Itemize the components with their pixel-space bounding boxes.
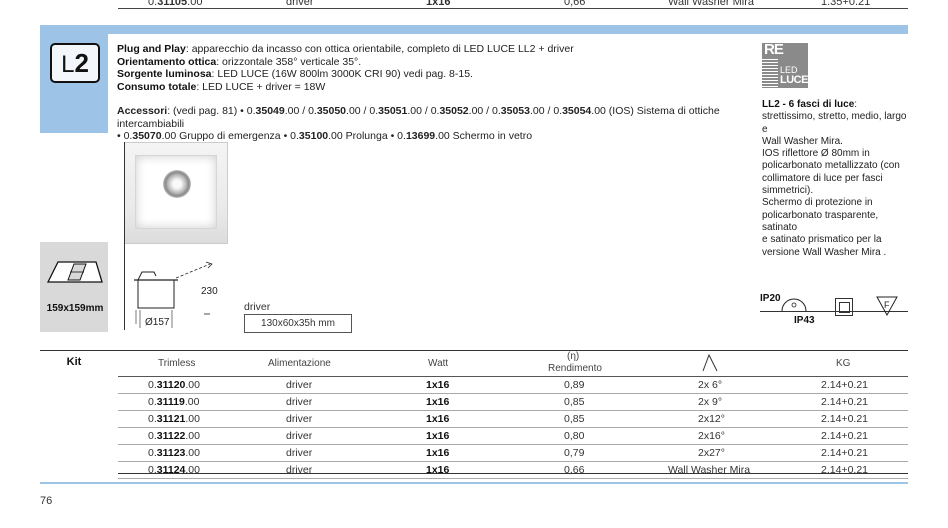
row-watt: 1x16 bbox=[426, 464, 450, 476]
table-row: 0.31119.00 driver 1x16 0,85 2x 9° 2.14+0.21 bbox=[118, 394, 908, 411]
diameter-dimension: Ø157 bbox=[145, 317, 170, 328]
divider bbox=[118, 8, 908, 9]
row-code: 0.31122.00 bbox=[148, 430, 200, 442]
row-code: 0.31123.00 bbox=[148, 447, 200, 459]
row-alimentazione: driver bbox=[286, 396, 313, 408]
row-alimentazione: driver bbox=[286, 413, 313, 425]
row-beam: Wall Washer Mira bbox=[668, 0, 754, 8]
row-rendimento: 0,66 bbox=[564, 464, 585, 476]
row-kg: 2.14+0.21 bbox=[821, 413, 869, 425]
row-watt: 1x16 bbox=[426, 447, 450, 459]
row-kg: 2.14+0.21 bbox=[821, 396, 869, 408]
table-row: 0.31120.00 driver 1x16 0,89 2x 6° 2.14+0.21 bbox=[118, 377, 908, 394]
f-mark-icon: F bbox=[876, 296, 898, 316]
table-row: 0.31123.00 driver 1x16 0,79 2x27° 2.14+0.21 bbox=[118, 445, 908, 462]
header-alimentazione: Alimentazione bbox=[268, 358, 331, 369]
row-kg: 2.14+0.21 bbox=[821, 447, 869, 459]
row-rendimento: 0,79 bbox=[564, 447, 585, 459]
row-kg: 1.35+0.21 bbox=[821, 0, 871, 8]
row-beam: 2x27° bbox=[698, 447, 725, 459]
row-code: 0.31121.00 bbox=[148, 413, 200, 425]
row-kg: 2.14+0.21 bbox=[821, 464, 869, 476]
row-rendimento: 0,80 bbox=[564, 430, 585, 442]
divider bbox=[118, 473, 908, 474]
row-alimentazione: driver bbox=[286, 464, 313, 476]
header-trimless: Trimless bbox=[158, 358, 196, 369]
row-alimentazione: driver bbox=[286, 379, 313, 391]
divider bbox=[124, 142, 125, 330]
row-code: 0.31105.00 bbox=[148, 0, 203, 8]
class-ii-icon bbox=[835, 298, 853, 316]
row-code: 0.31119.00 bbox=[148, 396, 200, 408]
product-description: Plug and Play: apparecchio da incasso co… bbox=[117, 43, 574, 93]
row-beam: 2x 6° bbox=[698, 379, 723, 391]
row-code: 0.31120.00 bbox=[148, 379, 200, 391]
row-watt: 1x16 bbox=[426, 379, 450, 391]
ll2-logo-icon: L2 bbox=[50, 43, 100, 83]
ip-rating-icon bbox=[781, 298, 807, 312]
height-dimension: 230 bbox=[201, 286, 218, 297]
row-watt: 1x16 bbox=[426, 0, 451, 8]
row-watt: 1x16 bbox=[426, 430, 450, 442]
header-eta: (η) bbox=[567, 351, 580, 362]
re-led-luce-badge: RE LED LUCE bbox=[762, 41, 808, 88]
product-photo bbox=[124, 142, 228, 244]
header-watt: Watt bbox=[428, 358, 449, 369]
row-rendimento: 0,66 bbox=[564, 0, 586, 8]
accessories: Accessori: (vedi pag. 81) • 0.35049.00 /… bbox=[117, 105, 720, 142]
driver-size-box: 130x60x35h mm bbox=[244, 314, 352, 333]
row-beam: 2x16° bbox=[698, 430, 725, 442]
row-code: 0.31124.00 bbox=[148, 464, 200, 476]
kit-table: Trimless Alimentazione Watt (η) Rendimen… bbox=[118, 350, 908, 479]
beam-angle-icon bbox=[702, 354, 718, 372]
table-header: Trimless Alimentazione Watt (η) Rendimen… bbox=[118, 350, 908, 377]
row-beam: Wall Washer Mira bbox=[668, 464, 751, 476]
row-rendimento: 0,85 bbox=[564, 396, 585, 408]
row-alimentazione: driver bbox=[286, 447, 313, 459]
row-kg: 2.14+0.21 bbox=[821, 430, 869, 442]
footer-rule bbox=[40, 482, 908, 484]
row-beam: 2x12° bbox=[698, 413, 725, 425]
table-row: 0.31121.00 driver 1x16 0,85 2x12° 2.14+0.21 bbox=[118, 411, 908, 428]
row-alimentazione: driver bbox=[286, 0, 314, 8]
row-watt: 1x16 bbox=[426, 413, 450, 425]
technical-drawing bbox=[134, 261, 213, 328]
header-kg: KG bbox=[836, 358, 851, 369]
svg-text:F: F bbox=[884, 300, 890, 310]
header-rendimento: Rendimento bbox=[548, 363, 602, 374]
table-row: 0.31124.00 driver 1x16 0,66 Wall Washer Mira… bbox=[118, 462, 908, 479]
ip43-rating: IP43 bbox=[794, 315, 815, 326]
page-number: 76 bbox=[40, 495, 53, 507]
row-rendimento: 0,85 bbox=[564, 413, 585, 425]
row-rendimento: 0,89 bbox=[564, 379, 585, 391]
previous-table-row: 0.31105.00 driver 1x16 0,66 Wall Washer … bbox=[118, 0, 908, 8]
recessed-cutout-icon bbox=[46, 261, 103, 283]
row-watt: 1x16 bbox=[426, 396, 450, 408]
beam-options-note: LL2 - 6 fasci di luce: strettissimo, str… bbox=[762, 99, 907, 258]
dimension-tab bbox=[40, 242, 108, 332]
row-alimentazione: driver bbox=[286, 430, 313, 442]
table-row: 0.31122.00 driver 1x16 0,80 2x16° 2.14+0.21 bbox=[118, 428, 908, 445]
cutout-size: 159x159mm bbox=[46, 303, 104, 314]
driver-label: driver bbox=[244, 301, 271, 313]
row-beam: 2x 9° bbox=[698, 396, 723, 408]
kit-label: Kit bbox=[66, 356, 82, 368]
row-kg: 2.14+0.21 bbox=[821, 379, 869, 391]
section-band bbox=[40, 25, 908, 34]
